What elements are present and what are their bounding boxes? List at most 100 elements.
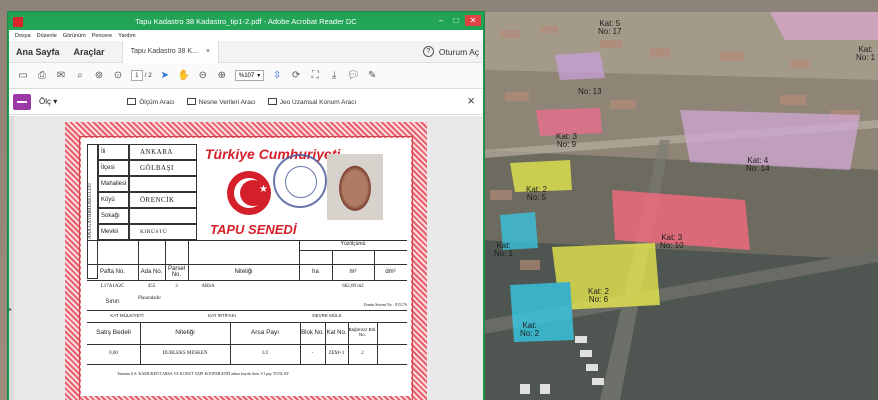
table-header: Kat No. xyxy=(326,329,347,336)
table-header: Parsel No. xyxy=(167,265,185,278)
star-icon: ★ xyxy=(259,184,268,195)
table-header: Niteliği xyxy=(175,328,195,336)
globe-icon xyxy=(267,97,277,105)
field-value xyxy=(129,176,197,192)
close-measure-toolbar-icon[interactable]: × xyxy=(467,93,475,108)
table-cell: DUBLEKS MESKEN xyxy=(162,351,208,357)
page-up-icon[interactable]: ⊚ xyxy=(93,70,105,82)
title-deed: ANA GAYRİMENKULÜN İli ANKARA İlçesi GÖLB… xyxy=(87,144,407,400)
vertical-section-label: ANA GAYRİMENKULÜN xyxy=(87,144,98,279)
table-header: Bağımsız Böl. No. xyxy=(348,327,377,337)
boundary-value: Planındadır xyxy=(138,296,162,302)
tab-close-icon[interactable]: × xyxy=(206,48,210,55)
window-titlebar[interactable]: Tapu Kadastro 38 Kadastro_tip1-2.pdf - A… xyxy=(9,13,483,30)
table-cell: ARSA xyxy=(201,284,215,290)
measure-dropdown[interactable]: Ölç ▾ xyxy=(39,97,57,106)
table-header: m² xyxy=(349,268,357,275)
ownership-type-label: KAT MÜLKİYETİ xyxy=(110,312,144,318)
owner-photo xyxy=(327,154,383,220)
building-label: Kat: No: 1 xyxy=(856,45,876,63)
measurement-tool-button[interactable]: Ölçüm Aracı xyxy=(127,97,175,106)
select-cursor-icon[interactable]: ➤ xyxy=(159,70,171,82)
table-header: Niteliği xyxy=(234,268,253,275)
object-data-tool-button[interactable]: Nesne Verileri Aracı xyxy=(186,97,256,106)
ownership-type-label: DEVRE MÜLK xyxy=(312,312,342,318)
pen-icon[interactable]: ✎ xyxy=(366,70,378,82)
building-label: Kat: 3 No: 10 xyxy=(660,233,684,251)
mail-icon[interactable]: ✉ xyxy=(55,70,67,82)
help-icon[interactable]: ? xyxy=(422,46,434,57)
zoom-out-icon[interactable]: ⊖ xyxy=(197,70,209,82)
acrobat-window: Tapu Kadastro 38 Kadastro_tip1-2.pdf - A… xyxy=(8,12,484,400)
table-cell: 2 xyxy=(361,351,364,357)
side-panel-toggle[interactable] xyxy=(9,116,14,400)
field-value: ANKARA xyxy=(129,144,197,160)
table-header: Pafta No. xyxy=(99,268,125,275)
comment-icon[interactable]: 💬︎ xyxy=(347,70,360,82)
object-data-icon xyxy=(186,97,196,105)
table-header: Blok No. xyxy=(301,329,324,336)
field-value: KIRÜSTÜ xyxy=(129,224,197,240)
tab-document[interactable]: Tapu Kadastro 38 K... × xyxy=(121,40,219,63)
zoom-value: %107 xyxy=(238,72,255,79)
table-cell: 455 xyxy=(147,284,156,290)
building-label: Kat: 2 No: 6 xyxy=(588,287,609,305)
menu-item-window[interactable]: Pencere xyxy=(92,33,113,39)
building-label: Kat: No: 1 xyxy=(494,241,514,259)
rotate-icon[interactable]: ⟳ xyxy=(290,70,302,82)
table-cell: 0,00 xyxy=(109,351,118,357)
table-header: Ada No. xyxy=(140,268,163,275)
boundary-label: Sınırı xyxy=(105,298,120,305)
header-title: Türkiye Cumhuriyeti xyxy=(205,146,341,162)
fullscreen-icon[interactable]: ⛶ xyxy=(309,70,321,82)
table-header: ha xyxy=(312,268,319,275)
deed-footer-text: Tamamı S.S. KAMUKENT ARSA VE KONUT YAPI … xyxy=(117,370,290,376)
field-label: İli xyxy=(98,144,129,160)
maximize-button[interactable]: □ xyxy=(450,15,462,26)
page-total: / 2 xyxy=(144,72,152,79)
table-header: Yüzölçümü xyxy=(340,241,366,248)
tab-bar: Ana Sayfa Araçlar Tapu Kadastro 38 K... … xyxy=(9,40,483,63)
pdf-page: ANA GAYRİMENKULÜN İli ANKARA İlçesi GÖLB… xyxy=(65,122,427,400)
ownership-type-label: KAT İRTİFAKI xyxy=(208,312,236,318)
geospatial-tool-button[interactable]: Jeo Uzamsal Konum Aracı xyxy=(267,97,356,106)
field-label: Mevkii xyxy=(98,224,129,240)
building-label: Kat: 3 No: 9 xyxy=(556,132,577,150)
hand-icon[interactable]: ✋ xyxy=(178,70,190,82)
zoom-select[interactable]: %107 ▾ xyxy=(234,70,265,81)
close-window-button[interactable]: ✕ xyxy=(465,15,481,26)
sign-in-link[interactable]: Oturum Aç xyxy=(439,47,479,57)
search-icon[interactable]: ⌕ xyxy=(74,70,86,82)
table-cell: L17A1A2C xyxy=(100,284,125,290)
document-viewport[interactable]: ANA GAYRİMENKULÜN İli ANKARA İlçesi GÖLB… xyxy=(9,116,483,400)
menu-item-file[interactable]: Dosya xyxy=(15,33,31,39)
tab-tools[interactable]: Araçlar xyxy=(67,47,112,57)
zoom-in-icon[interactable]: ⊕ xyxy=(216,70,228,82)
download-icon[interactable]: ⤓ xyxy=(328,70,340,82)
chevron-down-icon: ▾ xyxy=(257,73,261,79)
building-label: No: 13 xyxy=(578,87,602,96)
official-seal xyxy=(273,154,327,208)
page-down-icon[interactable]: ⊙ xyxy=(112,70,124,82)
field-label: İlçesi xyxy=(98,160,129,176)
fit-page-icon[interactable]: ⇳ xyxy=(271,70,283,82)
table-header: Satış Bedeli xyxy=(96,328,131,336)
ruler-icon xyxy=(127,97,137,105)
table-header: Arsa Payı xyxy=(250,328,280,336)
window-title: Tapu Kadastro 38 Kadastro_tip1-2.pdf - A… xyxy=(135,17,357,26)
measure-tool-icon[interactable] xyxy=(13,93,31,110)
deed-title: TAPU SENEDİ xyxy=(210,222,297,237)
minimize-button[interactable]: – xyxy=(435,15,447,26)
table-cell: 3 xyxy=(175,284,178,290)
page-number-input[interactable]: 1 xyxy=(131,70,143,81)
save-icon[interactable]: ▭ xyxy=(17,70,29,82)
page-indicator: 1 / 2 xyxy=(131,70,152,81)
menu-item-edit[interactable]: Düzenle xyxy=(37,33,57,39)
table-cell: 1/2 xyxy=(261,351,269,357)
print-icon[interactable]: ⎙ xyxy=(36,70,48,82)
menu-item-view[interactable]: Görünüm xyxy=(63,33,86,39)
tab-document-label: Tapu Kadastro 38 K... xyxy=(130,48,198,55)
menu-item-help[interactable]: Yardım xyxy=(118,33,135,39)
table-cell: 662,00 m2 xyxy=(342,284,364,290)
tab-home[interactable]: Ana Sayfa xyxy=(9,47,67,57)
